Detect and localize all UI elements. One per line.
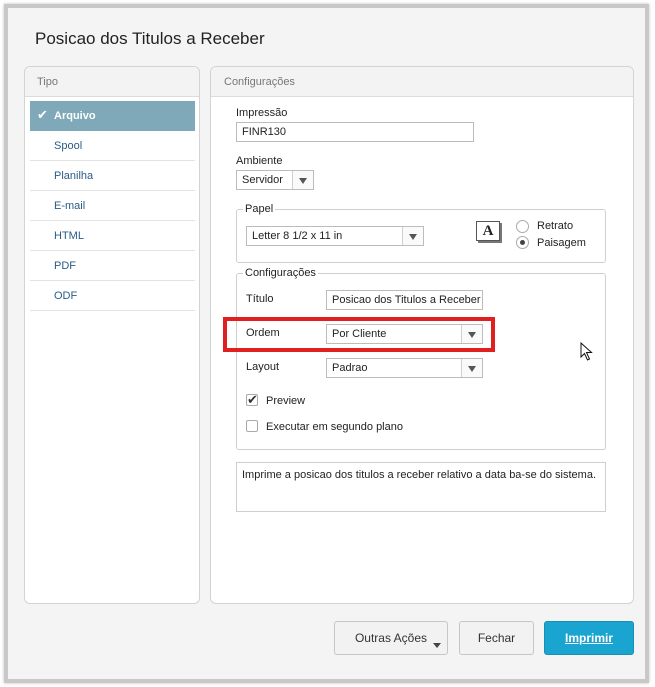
print-button[interactable]: Imprimir: [544, 621, 634, 655]
retrato-label: Retrato: [537, 220, 574, 232]
paisagem-label: Paisagem: [537, 237, 586, 249]
type-item-odf[interactable]: ODF: [30, 281, 195, 311]
layout-select[interactable]: Padrao: [326, 358, 483, 378]
chevron-down-icon[interactable]: [402, 227, 423, 245]
type-item-html[interactable]: HTML: [30, 221, 195, 251]
background-checkbox[interactable]: [246, 420, 258, 432]
more-actions-label: Outras Ações: [354, 631, 428, 645]
ambiente-select[interactable]: Servidor: [236, 170, 314, 190]
layout-label: Layout: [246, 361, 280, 373]
type-item-arquivo[interactable]: ✔ Arquivo: [30, 101, 195, 131]
preview-label: Preview: [266, 395, 306, 407]
checkmark-icon: ✔: [247, 392, 258, 407]
page-orientation-icon: A: [476, 221, 500, 241]
type-panel: Tipo ✔ Arquivo Spool Planilha E-mail HTM…: [24, 66, 200, 604]
type-item-label: Planilha: [54, 170, 94, 182]
ambiente-label: Ambiente: [236, 155, 283, 167]
titulo-input[interactable]: Posicao dos Titulos a Receber: [326, 290, 483, 310]
titulo-label: Título: [246, 293, 274, 305]
chevron-down-icon: [433, 643, 441, 648]
background-label: Executar em segundo plano: [266, 421, 403, 433]
ambiente-value: Servidor: [242, 174, 283, 186]
type-item-label: HTML: [54, 230, 84, 242]
type-item-spool[interactable]: Spool: [30, 131, 195, 161]
paper-size-select[interactable]: Letter 8 1/2 x 11 in: [246, 226, 424, 246]
type-list: ✔ Arquivo Spool Planilha E-mail HTML PDF…: [30, 101, 195, 311]
type-item-label: Spool: [54, 140, 83, 152]
type-item-pdf[interactable]: PDF: [30, 251, 195, 281]
type-item-email[interactable]: E-mail: [30, 191, 195, 221]
impressao-input[interactable]: FINR130: [236, 122, 474, 142]
dialog-title: Posicao dos Titulos a Receber: [35, 29, 265, 48]
type-item-label: Arquivo: [54, 110, 96, 122]
retrato-radio[interactable]: [516, 220, 529, 233]
type-panel-header: Tipo: [25, 67, 199, 97]
more-actions-button[interactable]: Outras Ações: [334, 621, 448, 655]
type-item-planilha[interactable]: Planilha: [30, 161, 195, 191]
mouse-cursor-icon: [580, 342, 593, 361]
paisagem-radio[interactable]: [516, 236, 529, 249]
chevron-down-icon[interactable]: [292, 171, 313, 189]
close-button[interactable]: Fechar: [459, 621, 534, 655]
paper-size-value: Letter 8 1/2 x 11 in: [252, 230, 343, 242]
impressao-label: Impressão: [236, 107, 288, 119]
checkmark-icon: ✔: [37, 107, 48, 122]
chevron-down-icon[interactable]: [461, 359, 482, 377]
settings-panel-header: Configurações: [211, 67, 633, 97]
type-item-label: PDF: [54, 260, 76, 272]
description-box: Imprime a posicao dos titulos a receber …: [236, 462, 606, 512]
type-item-label: ODF: [54, 290, 78, 302]
config-legend: Configurações: [243, 267, 318, 279]
layout-value: Padrao: [332, 362, 368, 374]
dialog-titlebar: Posicao dos Titulos a Receber: [8, 8, 637, 62]
ordem-highlight: [223, 317, 495, 352]
type-item-label: E-mail: [54, 200, 86, 212]
papel-legend: Papel: [243, 203, 276, 215]
preview-checkbox[interactable]: ✔: [246, 392, 258, 407]
